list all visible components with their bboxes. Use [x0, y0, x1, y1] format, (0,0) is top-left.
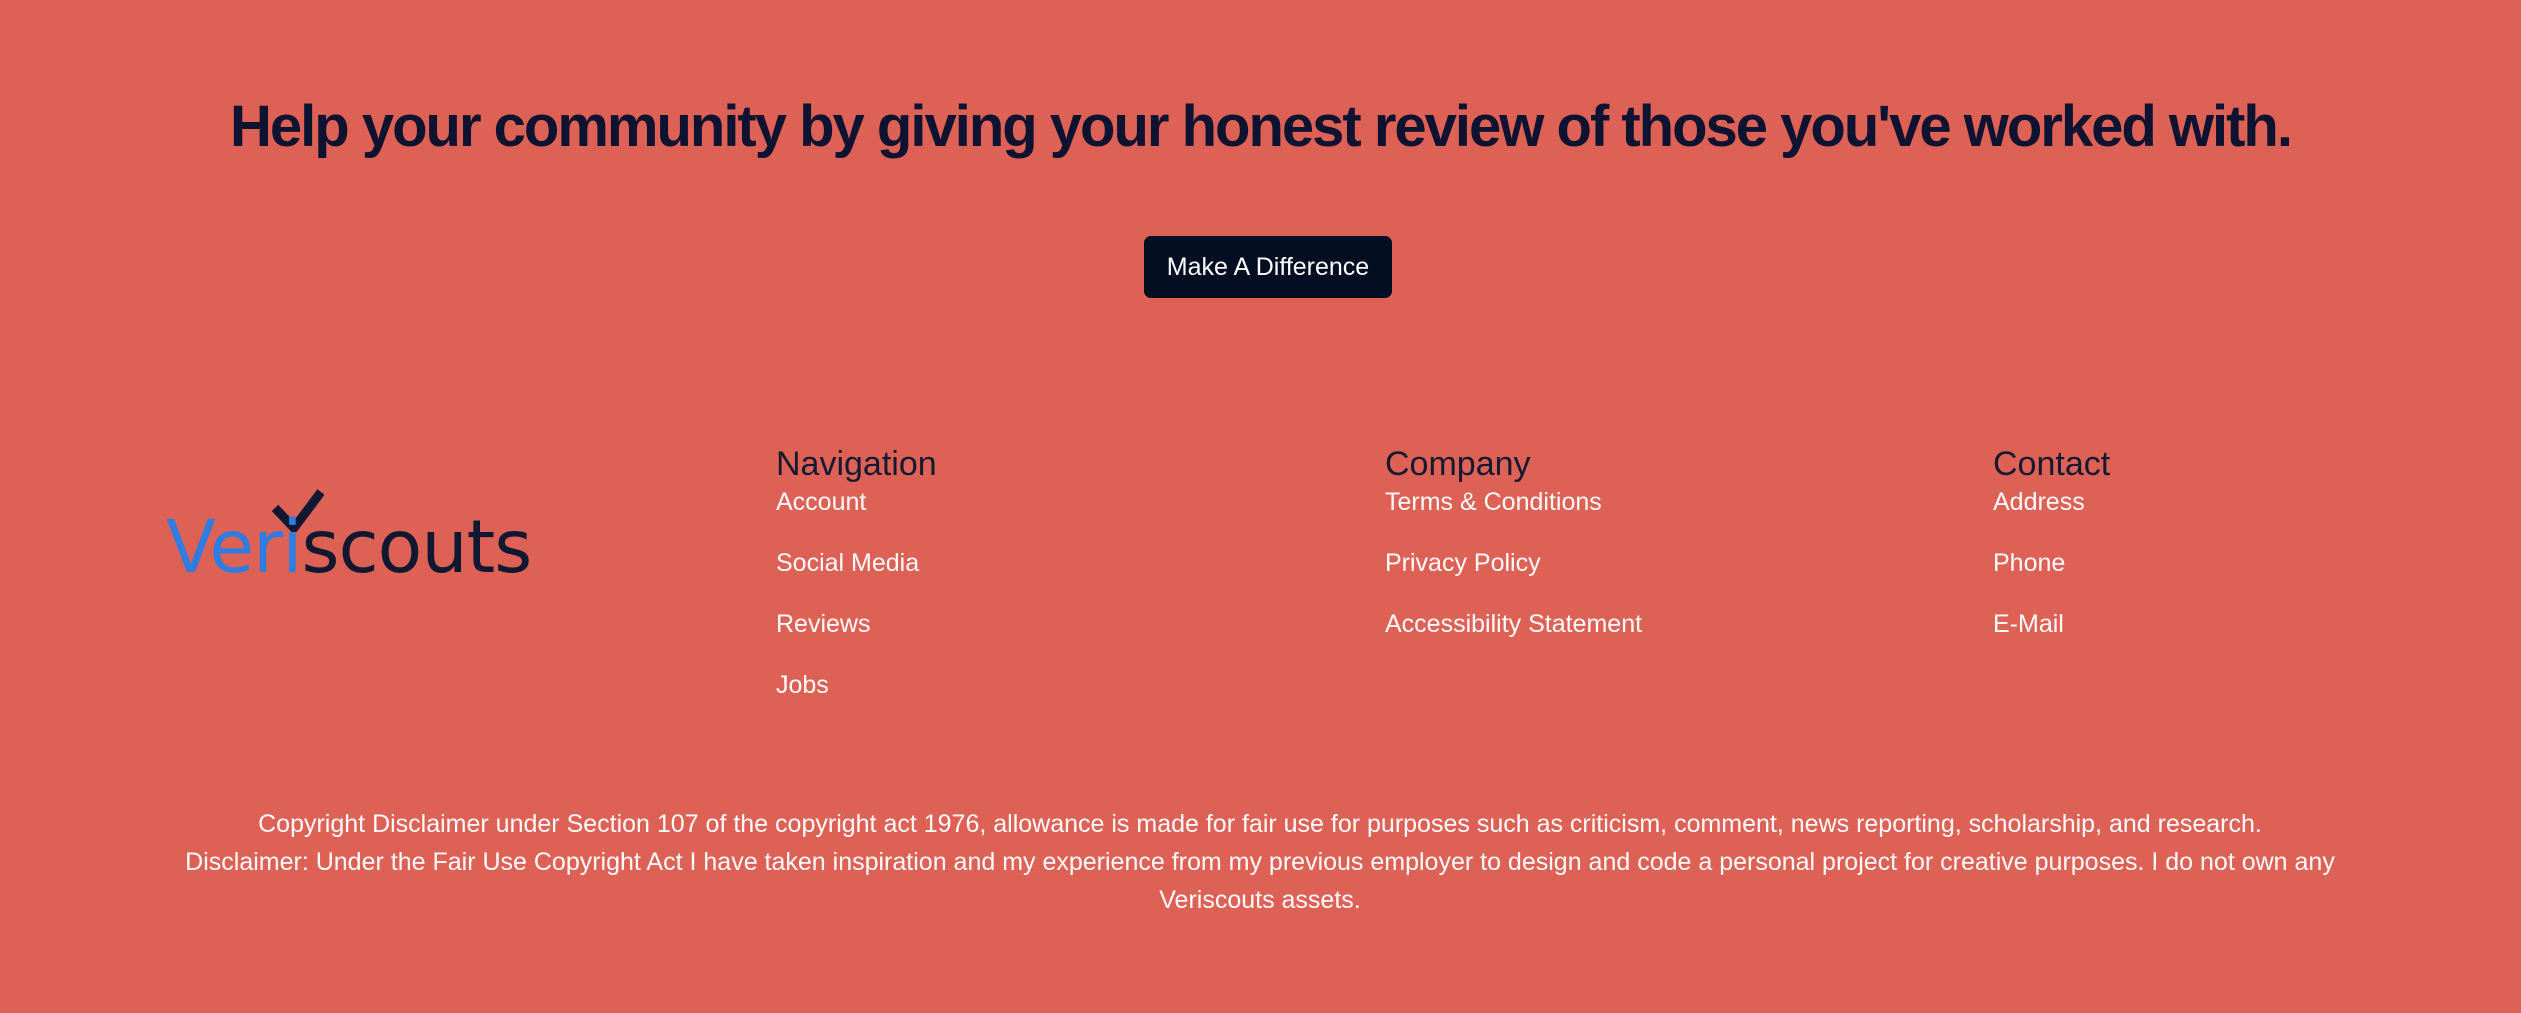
- footer-contact-column: Contact Address Phone E-Mail: [1993, 442, 2110, 669]
- footer-navigation-column: Navigation Account Social Media Reviews …: [776, 442, 937, 730]
- list-item: Phone: [1993, 547, 2110, 608]
- list-item: E-Mail: [1993, 608, 2110, 669]
- reviews-link[interactable]: Reviews: [776, 608, 870, 640]
- jobs-link[interactable]: Jobs: [776, 669, 829, 701]
- phone-link[interactable]: Phone: [1993, 547, 2065, 579]
- disclaimer-line-copyright: Copyright Disclaimer under Section 107 o…: [258, 810, 2262, 838]
- terms-conditions-link[interactable]: Terms & Conditions: [1385, 486, 1602, 518]
- veriscouts-logo[interactable]: Veriscouts: [166, 488, 536, 588]
- disclaimer-line-fair-use: Disclaimer: Under the Fair Use Copyright…: [185, 848, 2335, 914]
- company-heading: Company: [1385, 445, 1531, 483]
- logo-text-veri: Veri: [166, 505, 302, 590]
- logo-wordmark: Veriscouts: [166, 505, 532, 590]
- list-item: Social Media: [776, 547, 937, 608]
- contact-links: Address Phone E-Mail: [1993, 486, 2110, 669]
- footer-company-column: Company Terms & Conditions Privacy Polic…: [1385, 442, 1642, 669]
- accessibility-statement-link[interactable]: Accessibility Statement: [1385, 608, 1642, 640]
- navigation-links: Account Social Media Reviews Jobs: [776, 486, 937, 730]
- contact-heading: Contact: [1993, 445, 2111, 483]
- list-item: Terms & Conditions: [1385, 486, 1642, 547]
- address-link[interactable]: Address: [1993, 486, 2085, 518]
- privacy-policy-link[interactable]: Privacy Policy: [1385, 547, 1541, 579]
- email-link[interactable]: E-Mail: [1993, 608, 2064, 640]
- hero-title: Help your community by giving your hones…: [230, 94, 2293, 159]
- make-a-difference-button[interactable]: Make A Difference: [1144, 236, 1392, 298]
- list-item: Address: [1993, 486, 2110, 547]
- navigation-heading: Navigation: [776, 445, 937, 483]
- logo-text-scouts: scouts: [301, 505, 532, 590]
- list-item: Privacy Policy: [1385, 547, 1642, 608]
- list-item: Reviews: [776, 608, 937, 669]
- account-link[interactable]: Account: [776, 486, 866, 518]
- list-item: Jobs: [776, 669, 937, 730]
- list-item: Accessibility Statement: [1385, 608, 1642, 669]
- social-media-link[interactable]: Social Media: [776, 547, 919, 579]
- company-links: Terms & Conditions Privacy Policy Access…: [1385, 486, 1642, 669]
- list-item: Account: [776, 486, 937, 547]
- copyright-disclaimer: Copyright Disclaimer under Section 107 o…: [160, 805, 2360, 919]
